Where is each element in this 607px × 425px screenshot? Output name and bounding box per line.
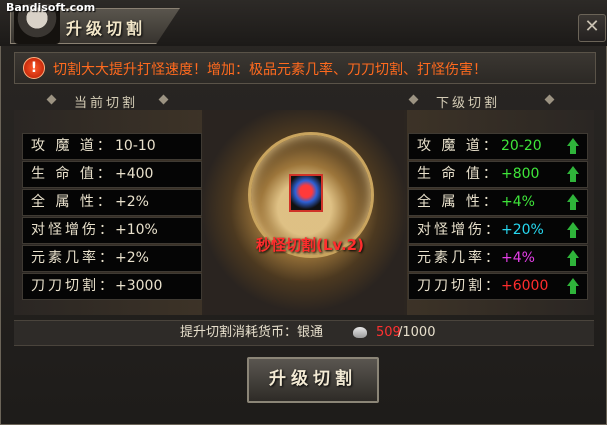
cost-bar: 提升切割消耗货币：银通 509 /1000 <box>14 320 594 346</box>
stat-label: 对怪增伤： <box>417 222 502 238</box>
stat-label: 元素几率： <box>417 250 502 266</box>
close-icon[interactable]: ✕ <box>578 14 606 42</box>
stat-value: +10% <box>115 222 158 238</box>
stat-value: 20-20 <box>501 138 542 154</box>
current-row: 攻 魔 道： 10-10 <box>22 133 202 160</box>
stat-value: +400 <box>115 166 154 182</box>
stat-label: 对怪增伤： <box>31 222 116 238</box>
stat-value: +2% <box>115 250 149 266</box>
stat-label: 刀刀切割： <box>417 278 502 294</box>
stat-label: 全 属 性： <box>417 194 500 210</box>
arrow-up-icon <box>567 250 579 266</box>
stat-value: +2% <box>115 194 149 210</box>
upgrade-button[interactable]: 升级切割 <box>247 357 379 403</box>
stat-label: 生 命 值： <box>417 166 500 182</box>
current-row: 全 属 性： +2% <box>22 189 202 216</box>
title-bar: Bandisoft.com 升级切割 ✕ <box>0 0 607 46</box>
next-row: 生 命 值： +800 <box>408 161 588 188</box>
stat-label: 攻 魔 道： <box>417 138 500 154</box>
stat-label: 刀刀切割： <box>31 278 116 294</box>
window-title: 升级切割 <box>66 19 147 38</box>
stat-value: +800 <box>501 166 540 182</box>
alert-icon: ! <box>23 57 45 79</box>
stat-value: +20% <box>501 222 544 238</box>
arrow-up-icon <box>567 222 579 238</box>
stat-label: 生 命 值： <box>31 166 114 182</box>
current-row: 对怪增伤： +10% <box>22 217 202 244</box>
notice-bar: ! 切割大大提升打怪速度！增加：极品元素几率、刀刀切割、打怪伤害！ <box>14 52 596 84</box>
skill-item-icon[interactable] <box>289 174 323 212</box>
stat-value: 10-10 <box>115 138 156 154</box>
notice-text: 切割大大提升打怪速度！增加：极品元素几率、刀刀切割、打怪伤害！ <box>53 62 487 78</box>
watermark: Bandisoft.com <box>6 1 96 14</box>
arrow-up-icon <box>567 166 579 182</box>
stat-value: +6000 <box>501 278 549 294</box>
arrow-up-icon <box>567 138 579 154</box>
next-row: 攻 魔 道： 20-20 <box>408 133 588 160</box>
next-header: 下级切割 <box>436 96 501 111</box>
stat-label: 元素几率： <box>31 250 116 266</box>
next-row: 元素几率： +4% <box>408 245 588 272</box>
skill-name: 秒怪切割(Lv.2) <box>256 236 364 254</box>
current-row: 元素几率： +2% <box>22 245 202 272</box>
stat-label: 全 属 性： <box>31 194 114 210</box>
cost-label: 提升切割消耗货币：银通 <box>180 325 324 340</box>
current-row: 生 命 值： +400 <box>22 161 202 188</box>
stat-label: 攻 魔 道： <box>31 138 114 154</box>
cost-required: 1000 <box>402 325 436 340</box>
stat-value: +4% <box>501 250 535 266</box>
next-row: 刀刀切割： +6000 <box>408 273 588 300</box>
stat-value: +3000 <box>115 278 163 294</box>
silver-coin-icon <box>353 327 367 338</box>
current-row: 刀刀切割： +3000 <box>22 273 202 300</box>
stat-value: +4% <box>501 194 535 210</box>
next-row: 全 属 性： +4% <box>408 189 588 216</box>
current-header: 当前切割 <box>74 96 139 111</box>
next-row: 对怪增伤： +20% <box>408 217 588 244</box>
arrow-up-icon <box>567 278 579 294</box>
arrow-up-icon <box>567 194 579 210</box>
